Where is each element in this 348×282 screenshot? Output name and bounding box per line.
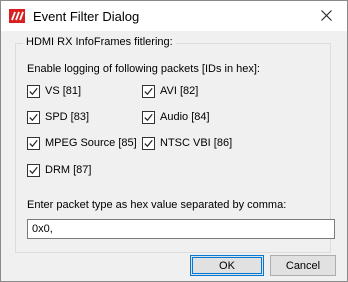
checkbox-ntsc-vbi[interactable]: NTSC VBI [86] <box>142 135 232 151</box>
hex-packet-input[interactable] <box>27 219 335 239</box>
checkbox-vs[interactable]: VS [81] <box>27 83 81 99</box>
dialog-title: Event Filter Dialog <box>33 9 140 24</box>
checkbox-label: AVI [82] <box>160 85 199 97</box>
dialog-body: HDMI RX InfoFrames fitlering: Enable log… <box>1 31 347 281</box>
checkbox-label: NTSC VBI [86] <box>160 137 233 149</box>
checkbox-label: SPD [83] <box>45 111 90 123</box>
ok-button-label: OK <box>192 257 262 274</box>
checkbox-avi[interactable]: AVI [82] <box>142 83 198 99</box>
checkbox-label: DRM [87] <box>45 164 92 176</box>
checkbox-box[interactable] <box>142 110 155 124</box>
checkmark-icon <box>29 87 38 95</box>
checkbox-label: MPEG Source [85] <box>45 137 137 149</box>
packets-instruction-label: Enable logging of following packets [IDs… <box>27 63 260 75</box>
checkbox-box[interactable] <box>27 110 40 124</box>
checkbox-mpeg-source[interactable]: MPEG Source [85] <box>27 135 137 151</box>
checkmark-icon <box>144 87 153 95</box>
title-bar[interactable]: Event Filter Dialog <box>1 1 347 31</box>
close-icon <box>321 10 332 21</box>
checkbox-audio[interactable]: Audio [84] <box>142 109 210 125</box>
checkmark-icon <box>29 166 38 174</box>
checkmark-icon <box>29 113 38 121</box>
event-filter-dialog: Event Filter Dialog HDMI RX InfoFrames f… <box>0 0 348 282</box>
checkbox-label: Audio [84] <box>160 111 210 123</box>
groupbox-label: HDMI RX InfoFrames fitlering: <box>23 36 176 48</box>
checkbox-box[interactable] <box>27 136 40 150</box>
checkbox-box[interactable] <box>142 84 155 98</box>
checkbox-label: VS [81] <box>45 85 82 97</box>
checkmark-icon <box>29 139 38 147</box>
checkbox-box[interactable] <box>142 136 155 150</box>
app-logo-icon <box>9 9 25 23</box>
checkbox-drm[interactable]: DRM [87] <box>27 162 91 178</box>
checkmark-icon <box>144 113 153 121</box>
close-button[interactable] <box>307 1 347 31</box>
checkbox-box[interactable] <box>27 163 40 177</box>
checkbox-spd[interactable]: SPD [83] <box>27 109 89 125</box>
hex-instruction-label: Enter packet type as hex value separated… <box>27 199 287 211</box>
checkmark-icon <box>144 139 153 147</box>
ok-button[interactable]: OK <box>190 255 264 276</box>
cancel-button[interactable]: Cancel <box>270 255 336 276</box>
checkbox-box[interactable] <box>27 84 40 98</box>
